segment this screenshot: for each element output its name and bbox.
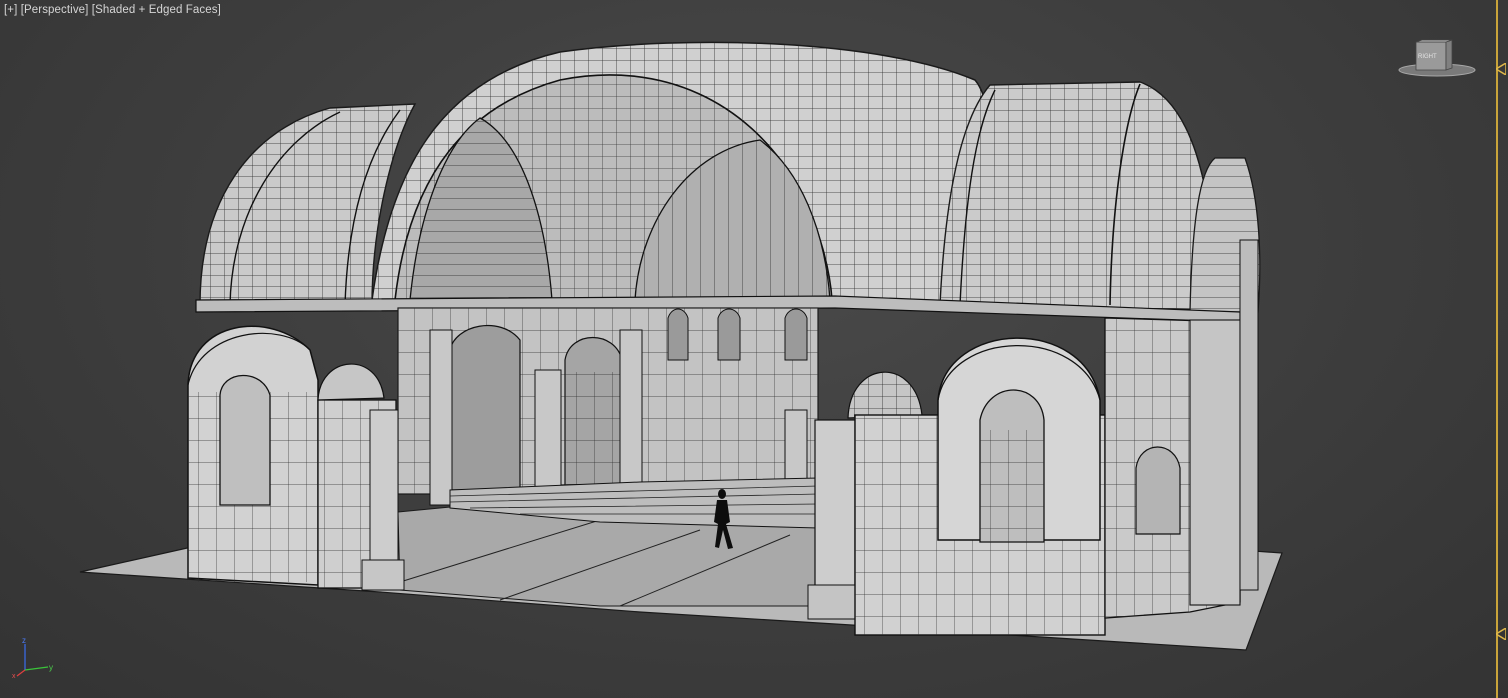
time-marker-icon[interactable] — [1496, 63, 1506, 75]
column — [429, 329, 453, 506]
viewcube-face-label[interactable]: RIGHT — [1418, 54, 1437, 60]
column — [619, 329, 643, 499]
back-arch-1 — [449, 325, 521, 491]
back-window-3 — [784, 308, 808, 361]
back-window-2 — [717, 308, 741, 361]
viewcube[interactable]: RIGHT — [1396, 36, 1478, 82]
back-window-1 — [667, 308, 689, 361]
axis-x-label: x — [12, 673, 16, 679]
timeline-track[interactable] — [1496, 0, 1498, 698]
left-pier-niche — [219, 374, 271, 506]
viewport-scene[interactable] — [0, 0, 1508, 698]
right-wing-window — [1135, 446, 1181, 535]
axis-gizmo: z y x — [12, 636, 53, 679]
left-small-dome — [317, 363, 385, 401]
time-marker-icon[interactable] — [1496, 628, 1506, 640]
axis-z-label: z — [22, 636, 26, 645]
axis-y-label: y — [49, 663, 53, 672]
